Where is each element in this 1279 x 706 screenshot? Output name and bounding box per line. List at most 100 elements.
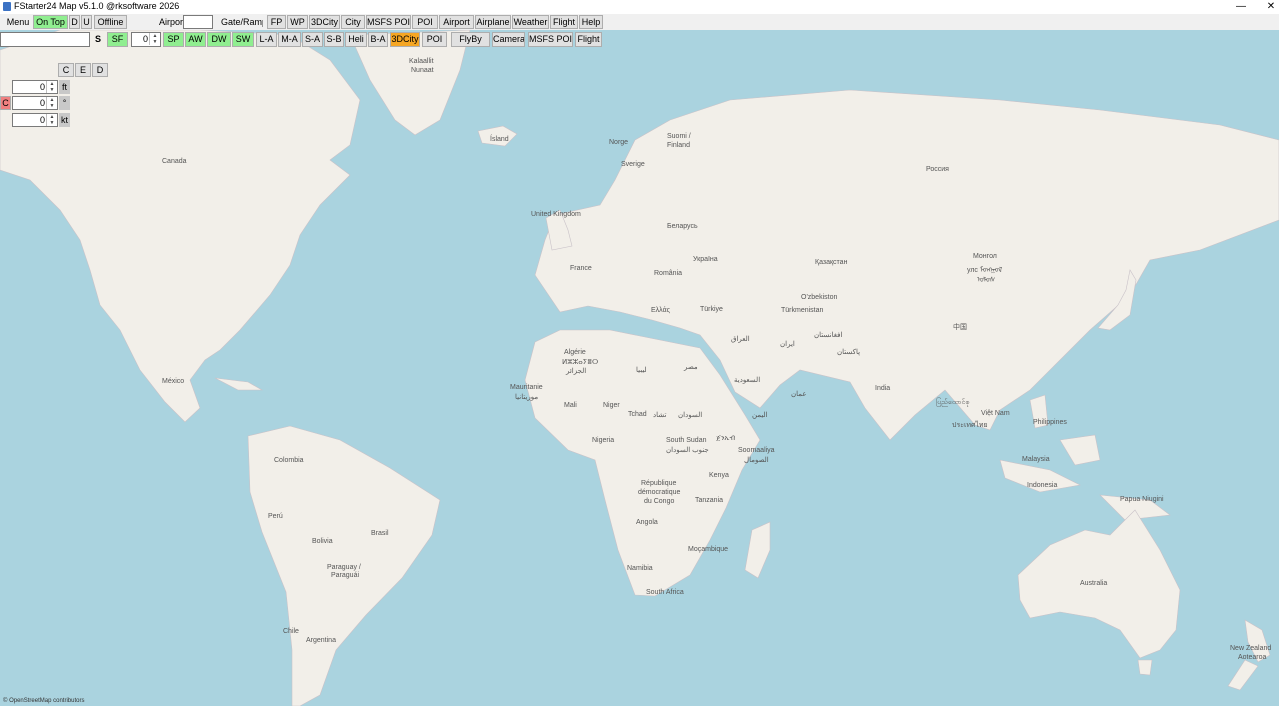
offset-spinner[interactable]: 0 ▲ ▼ [131, 32, 161, 47]
d-button[interactable]: D [69, 15, 80, 29]
fp-button[interactable]: FP [267, 15, 286, 29]
title-bar: FStarter24 Map v5.1.0 @rksoftware 2026 —… [0, 0, 1279, 14]
map-label: الصومال [744, 457, 769, 464]
map-label: السعودية [734, 377, 761, 384]
map-label: Soomaaliya [738, 447, 775, 454]
l-a-button[interactable]: L-A [256, 32, 277, 47]
map-label: Mauritanie [510, 384, 543, 391]
m-a-button[interactable]: M-A [278, 32, 301, 47]
world-map[interactable]: Canada México Colombia Perú Bolivia Brasil Par… [0, 30, 1279, 706]
spinner-arrows-icon[interactable]: ▲ ▼ [46, 114, 57, 126]
map-label: New Zealand [1230, 645, 1272, 652]
s-b-button[interactable]: S-B [324, 32, 344, 47]
weather-button[interactable]: Weather [512, 15, 549, 29]
map-label: Türkmenistan [781, 307, 824, 314]
poi-button[interactable]: POI [422, 32, 447, 47]
s-label: S [95, 34, 102, 44]
altitude-value: 0 [39, 82, 45, 92]
map-credit: © OpenStreetMap contributors [3, 698, 85, 704]
map-label: Canada [162, 158, 187, 165]
sf-button[interactable]: SF [107, 32, 128, 47]
menu-button[interactable]: Menu [4, 15, 32, 29]
map-label: France [570, 265, 592, 272]
heli-button[interactable]: Heli [345, 32, 367, 47]
msfs-poi-menu-button[interactable]: MSFS POI [366, 15, 411, 29]
c-red-button[interactable]: C [0, 96, 11, 110]
search-input[interactable] [0, 32, 90, 47]
map-label: Namibia [627, 565, 653, 572]
s-a-button[interactable]: S-A [302, 32, 323, 47]
msfs-poi-button[interactable]: MSFS POI [528, 32, 573, 47]
map-label: ประเทศไทย [952, 422, 988, 429]
map-label: Mali [564, 402, 577, 409]
aw-button[interactable]: AW [185, 32, 206, 47]
camera-button[interactable]: Camera [492, 32, 525, 47]
map-label: Argentina [306, 637, 336, 644]
heading-value: 0 [39, 98, 45, 108]
map-label: Perú [268, 513, 283, 520]
on-top-button[interactable]: On Top [33, 15, 68, 29]
spinner-arrows-icon[interactable]: ▲ ▼ [149, 33, 160, 45]
help-button[interactable]: Help [579, 15, 603, 29]
map-label: Tchad [628, 411, 647, 418]
sw-button[interactable]: SW [232, 32, 254, 47]
flight-menu-button[interactable]: Flight [550, 15, 578, 29]
offset-spinner-value: 0 [142, 34, 148, 44]
map-label: Philippines [1033, 419, 1067, 426]
map-label: عمان [791, 391, 807, 398]
wp-button[interactable]: WP [287, 15, 308, 29]
speed-spinner[interactable]: 0 ▲ ▼ [12, 113, 58, 127]
close-button[interactable]: ✕ [1256, 0, 1279, 14]
map-label: démocratique [638, 489, 681, 496]
app-icon [3, 2, 11, 11]
flight-button[interactable]: Flight [575, 32, 602, 47]
map-label: Algérie [564, 349, 586, 356]
map-label: México [162, 378, 185, 385]
map-label: Kalaallit [409, 58, 434, 65]
map-label: O'zbekiston [801, 294, 838, 301]
spinner-arrows-icon[interactable]: ▲ ▼ [46, 97, 57, 109]
offline-button[interactable]: Offline [94, 15, 127, 29]
map-label: Aotearoa [1238, 654, 1267, 661]
map-label: Papua Niugini [1120, 496, 1164, 503]
airport-button[interactable]: Airport [439, 15, 474, 29]
map-label: السودان [678, 412, 703, 419]
map-label: Indonesia [1027, 482, 1058, 489]
map-label: ليبيا [636, 367, 647, 374]
d-panel-button[interactable]: D [92, 63, 108, 77]
sp-button[interactable]: SP [163, 32, 184, 47]
map-label: Brasil [371, 530, 389, 537]
map-label: Nigeria [592, 437, 615, 444]
map-label: Việt Nam [981, 410, 1010, 417]
map-label: 中国 [953, 324, 967, 331]
airplane-button[interactable]: Airplane [475, 15, 511, 29]
map-label: Türkiye [700, 306, 723, 313]
3dcity-menu-button[interactable]: 3DCity [309, 15, 340, 29]
city-button[interactable]: City [341, 15, 365, 29]
e-button[interactable]: E [75, 63, 91, 77]
map-label: Қазақстан [815, 259, 848, 266]
u-button[interactable]: U [81, 15, 92, 29]
heading-unit: ° [59, 96, 70, 110]
altitude-spinner[interactable]: 0 ▲ ▼ [12, 80, 58, 94]
airport-input[interactable] [183, 15, 213, 29]
heading-spinner[interactable]: 0 ▲ ▼ [12, 96, 58, 110]
flyby-button[interactable]: FlyBy [451, 32, 490, 47]
map-label: Norge [609, 139, 629, 146]
map-label: South Sudan [666, 437, 707, 444]
b-a-button[interactable]: B-A [368, 32, 388, 47]
poi-menu-button[interactable]: POI [412, 15, 438, 29]
gate-ramp-button[interactable]: Gate/Ramp [220, 15, 264, 29]
minimize-button[interactable]: — [1226, 0, 1256, 14]
map-label: ᠤᠯᠤᠰ [977, 277, 996, 284]
map-label: Россия [926, 166, 949, 173]
3dcity-button[interactable]: 3DCity [390, 32, 420, 47]
map-label: ပြည်ထောင်စု [936, 399, 970, 406]
map-label: Australia [1080, 580, 1108, 587]
dw-button[interactable]: DW [207, 32, 231, 47]
spinner-arrows-icon[interactable]: ▲ ▼ [46, 81, 57, 93]
map-label: Suomi / [667, 133, 691, 140]
map-label: Niger [603, 402, 620, 409]
c-button[interactable]: C [58, 63, 74, 77]
map-label: Ελλάς [651, 307, 670, 314]
